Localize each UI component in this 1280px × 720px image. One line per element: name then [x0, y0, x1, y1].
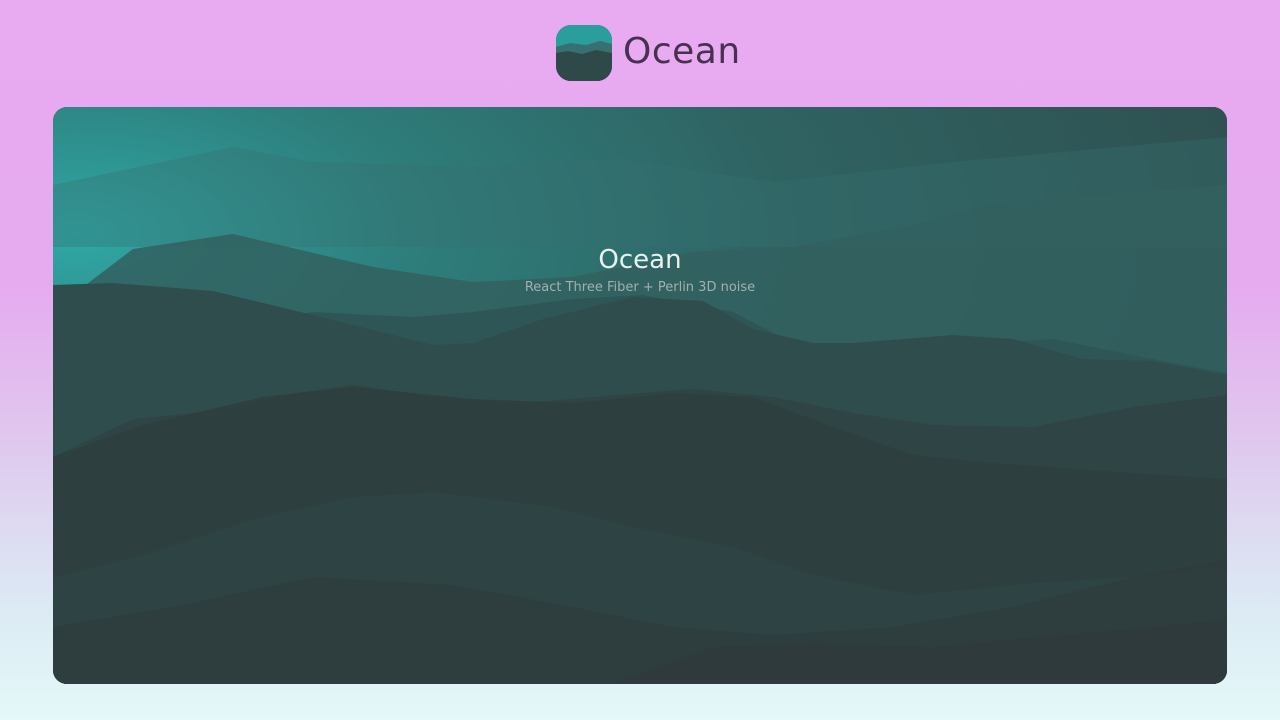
scene-subtitle: React Three Fiber + Perlin 3D noise: [524, 280, 756, 295]
terrain-scene: [53, 107, 1227, 684]
scene-title: Ocean: [598, 245, 682, 275]
app-header: Ocean: [0, 0, 1280, 104]
ocean-canvas[interactable]: Ocean React Three Fiber + Perlin 3D nois…: [53, 107, 1227, 684]
ocean-landscape-icon: [556, 25, 612, 81]
app-title: Ocean: [623, 31, 741, 72]
